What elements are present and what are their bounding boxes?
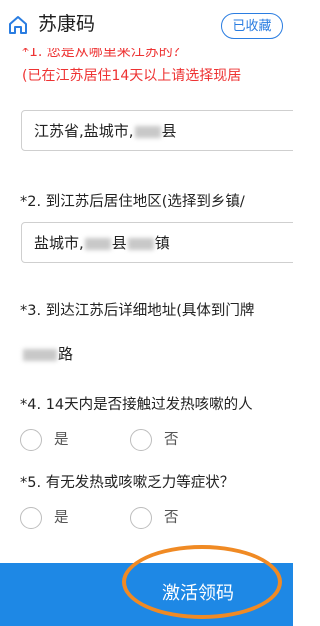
q4-radio-yes[interactable] [20,429,42,451]
q4-option-yes: 是 [54,432,69,448]
q2-label: *2. 到江苏后居住地区(选择到乡镇/ [20,194,245,210]
q3-answer-suffix: 路 [58,345,74,363]
q3-label: *3. 到达江苏后详细地址(具体到门牌 [20,303,255,319]
q4-label: *4. 14天内是否接触过发热咳嗽的人 [20,397,253,413]
q1-note: (已在江苏居住14天以上请选择现居 [22,68,242,84]
favorited-button[interactable]: 已收藏 [221,13,283,39]
q4-option-no: 否 [164,432,179,448]
q4-radio-no[interactable] [130,429,152,451]
form-content[interactable]: *1. 您是从哪里来江苏的？ (已在江苏居住14天以上请选择现居 江苏省,盐城市… [0,48,293,562]
q1-answer-prefix: 江苏省,盐城市, [34,122,134,140]
page-title: 苏康码 [38,13,96,35]
redacted-text [23,348,57,361]
q5-option-no: 否 [164,510,179,526]
q1-address-field[interactable]: 江苏省,盐城市, 县 [21,110,293,151]
q3-answer[interactable]: 路 [22,344,73,364]
q1-label-partial: *1. 您是从哪里来江苏的？ [22,48,187,60]
redacted-text [134,125,161,138]
q5-radio-yes[interactable] [20,507,42,529]
redacted-text [127,237,154,250]
q1-answer-suffix: 县 [161,122,177,140]
q2-answer-middle: 县 [111,234,127,252]
home-icon[interactable] [7,14,29,36]
q5-radio-no[interactable] [130,507,152,529]
redacted-text [84,237,111,250]
q5-label: *5. 有无发热或咳嗽乏力等症状？ [20,475,235,491]
top-bar: 苏康码 已收藏 [0,0,293,48]
annotation-circle [122,545,282,619]
q5-option-yes: 是 [54,510,69,526]
q2-region-field[interactable]: 盐城市, 县 镇 [21,222,293,263]
q2-answer: 盐城市, 县 镇 [34,233,170,253]
q2-answer-suffix: 镇 [154,234,170,252]
q1-answer: 江苏省,盐城市, 县 [34,121,177,141]
q2-answer-prefix: 盐城市, [34,234,84,252]
